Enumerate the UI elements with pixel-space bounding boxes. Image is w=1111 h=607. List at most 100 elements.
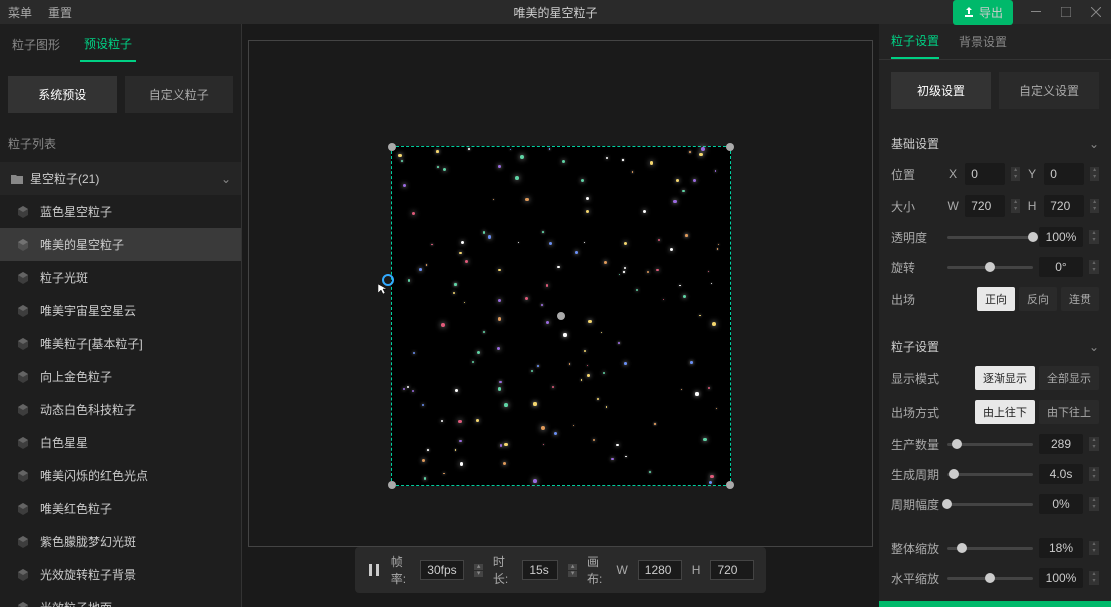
pos-x-input[interactable] <box>965 163 1005 185</box>
list-item[interactable]: 唯美粒子[基本粒子] <box>0 327 241 360</box>
pos-x-spinner[interactable]: ▴▾ <box>1011 167 1020 181</box>
hscale-slider[interactable] <box>947 577 1033 580</box>
reset-button[interactable]: 重置 <box>48 4 72 21</box>
list-header: 粒子列表 <box>0 125 241 162</box>
close-button[interactable] <box>1081 0 1111 24</box>
hscale-value[interactable]: 100% <box>1039 568 1083 588</box>
pause-button[interactable] <box>367 560 381 580</box>
bottomup-toggle[interactable]: 由下往上 <box>1039 400 1099 424</box>
gradual-toggle[interactable]: 逐渐显示 <box>975 366 1035 390</box>
scale-spinner[interactable]: ▴▾ <box>1089 541 1099 555</box>
system-preset-button[interactable]: 系统预设 <box>8 76 117 113</box>
resize-handle-br[interactable] <box>726 481 734 489</box>
custom-settings-button[interactable]: 自定义设置 <box>999 72 1099 109</box>
count-label: 生产数量 <box>891 436 941 453</box>
hscale-spinner[interactable]: ▴▾ <box>1089 571 1099 585</box>
opacity-spinner[interactable]: ▴▾ <box>1089 230 1099 244</box>
minimize-button[interactable] <box>1021 0 1051 24</box>
duration-input[interactable] <box>522 560 558 580</box>
folder-row[interactable]: 星空粒子(21) ⌄ <box>0 162 241 195</box>
section-particle[interactable]: 粒子设置 ⌄ <box>891 332 1099 361</box>
duration-label: 时长: <box>493 553 513 587</box>
list-item[interactable]: 白色星星 <box>0 426 241 459</box>
rotate-value[interactable]: 0° <box>1039 257 1083 277</box>
menu-button[interactable]: 菜单 <box>8 4 32 21</box>
canvas-area: 帧率: ▴▾ 时长: ▴▾ 画布: W H <box>242 24 879 607</box>
chevron-down-icon: ⌄ <box>1089 340 1099 354</box>
fps-input[interactable] <box>420 560 464 580</box>
cube-icon <box>16 469 30 483</box>
resize-handle-tr[interactable] <box>726 143 734 151</box>
center-handle[interactable] <box>557 312 565 320</box>
basic-settings-button[interactable]: 初级设置 <box>891 72 991 109</box>
count-slider[interactable] <box>947 443 1033 446</box>
particle-canvas[interactable] <box>391 146 731 486</box>
export-button[interactable]: 导出 <box>953 0 1013 25</box>
scale-value[interactable]: 18% <box>1039 538 1083 558</box>
size-w-spinner[interactable]: ▴▾ <box>1011 199 1020 213</box>
duration-spinner[interactable]: ▴▾ <box>568 564 577 577</box>
cube-icon <box>16 271 30 285</box>
list-item[interactable]: 唯美红色粒子 <box>0 492 241 525</box>
range-value[interactable]: 0% <box>1039 494 1083 514</box>
period-slider[interactable] <box>947 473 1033 476</box>
list-item[interactable]: 唯美宇宙星空星云 <box>0 294 241 327</box>
direction-label: 出场方式 <box>891 404 941 421</box>
range-spinner[interactable]: ▴▾ <box>1089 497 1099 511</box>
display-mode-label: 显示模式 <box>891 370 941 387</box>
range-slider[interactable] <box>947 503 1033 506</box>
folder-icon <box>10 172 24 186</box>
cube-icon <box>16 502 30 516</box>
cube-icon <box>16 337 30 351</box>
scale-slider[interactable] <box>947 547 1033 550</box>
list-item[interactable]: 粒子光斑 <box>0 261 241 294</box>
list-item[interactable]: 唯美闪烁的红色光点 <box>0 459 241 492</box>
list-item[interactable]: 紫色朦胧梦幻光斑 <box>0 525 241 558</box>
rotate-slider[interactable] <box>947 266 1033 269</box>
opacity-slider[interactable] <box>947 236 1033 239</box>
forward-toggle[interactable]: 正向 <box>977 287 1015 311</box>
rotate-spinner[interactable]: ▴▾ <box>1089 260 1099 274</box>
canvas-w-input[interactable] <box>638 560 682 580</box>
tab-preset-particle[interactable]: 预设粒子 <box>80 27 136 62</box>
canvas-h-input[interactable] <box>710 560 754 580</box>
canvas-size-label: 画布: <box>587 553 607 587</box>
list-item[interactable]: 唯美的星空粒子 <box>0 228 241 261</box>
custom-particle-button[interactable]: 自定义粒子 <box>125 76 234 113</box>
pos-y-spinner[interactable]: ▴▾ <box>1090 167 1099 181</box>
resize-handle-tl[interactable] <box>388 143 396 151</box>
reverse-toggle[interactable]: 反向 <box>1019 287 1057 311</box>
size-h-input[interactable] <box>1044 195 1084 217</box>
all-toggle[interactable]: 全部显示 <box>1039 366 1099 390</box>
count-spinner[interactable]: ▴▾ <box>1089 437 1099 451</box>
hscale-label: 水平缩放 <box>891 570 941 587</box>
opacity-value[interactable]: 100% <box>1039 227 1083 247</box>
size-w-input[interactable] <box>965 195 1005 217</box>
pos-y-input[interactable] <box>1044 163 1084 185</box>
count-value[interactable]: 289 <box>1039 434 1083 454</box>
continuous-toggle[interactable]: 连贯 <box>1061 287 1099 311</box>
list-item[interactable]: 蓝色星空粒子 <box>0 195 241 228</box>
fps-spinner[interactable]: ▴▾ <box>474 564 483 577</box>
size-h-spinner[interactable]: ▴▾ <box>1090 199 1099 213</box>
list-item[interactable]: 动态白色科技粒子 <box>0 393 241 426</box>
rotate-label: 旋转 <box>891 259 941 276</box>
topdown-toggle[interactable]: 由上往下 <box>975 400 1035 424</box>
tab-particle-settings[interactable]: 粒子设置 <box>891 24 939 59</box>
tab-background-settings[interactable]: 背景设置 <box>959 25 1007 58</box>
maximize-button[interactable] <box>1051 0 1081 24</box>
save-preset-button[interactable]: 保存为预设粒子 <box>879 601 1111 607</box>
period-value[interactable]: 4.0s <box>1039 464 1083 484</box>
size-label: 大小 <box>891 198 941 215</box>
section-basic[interactable]: 基础设置 ⌄ <box>891 129 1099 158</box>
particle-list: 蓝色星空粒子唯美的星空粒子粒子光斑唯美宇宙星空星云唯美粒子[基本粒子]向上金色粒… <box>0 195 241 607</box>
tab-particle-shape[interactable]: 粒子图形 <box>8 28 64 61</box>
resize-handle-bl[interactable] <box>388 481 396 489</box>
list-item[interactable]: 光效粒子地面 <box>0 591 241 607</box>
fps-label: 帧率: <box>391 553 411 587</box>
opacity-label: 透明度 <box>891 229 941 246</box>
list-item[interactable]: 光效旋转粒子背景 <box>0 558 241 591</box>
list-item[interactable]: 向上金色粒子 <box>0 360 241 393</box>
period-spinner[interactable]: ▴▾ <box>1089 467 1099 481</box>
window-title: 唯美的星空粒子 <box>513 4 597 21</box>
